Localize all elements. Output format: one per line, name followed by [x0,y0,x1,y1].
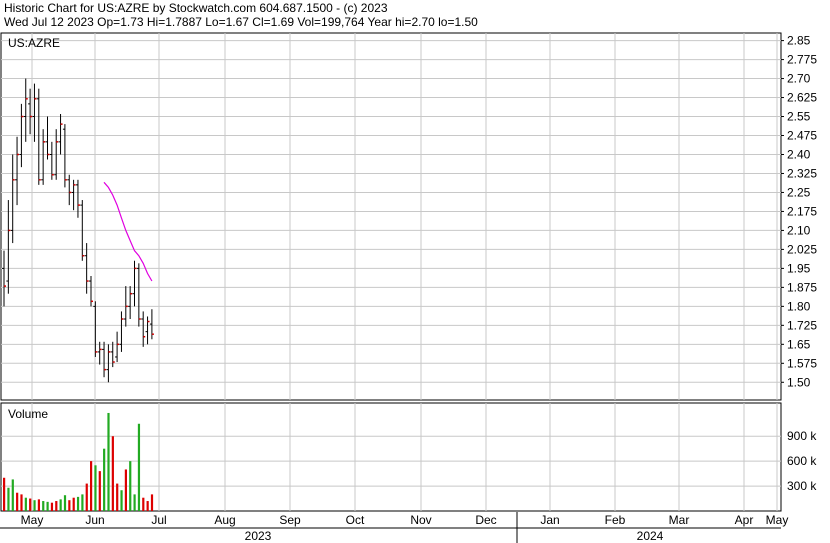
y-tick-label: 2.475 [787,129,817,143]
volume-bar [129,461,132,511]
y-tick-label: 2.40 [787,147,811,161]
y-tick-label: 2.25 [787,185,811,199]
x-month-label: Mar [669,513,690,527]
volume-bar [20,494,23,511]
y-tick-label: 2.55 [787,110,811,124]
y-tick-label: 2.775 [787,53,817,67]
volume-bar [33,500,36,511]
y-tick-label: 1.65 [787,337,811,351]
y-tick-label: 1.725 [787,318,817,332]
x-year-label: 2023 [245,529,272,543]
volume-bar [150,494,154,511]
volume-bar [76,496,80,511]
y-tick-label: 1.575 [787,356,817,370]
y-tick-label: 1.875 [787,280,817,294]
x-month-label: Sep [279,513,301,527]
x-month-label: May [21,513,44,527]
volume-bar [137,423,141,511]
volume-bar [50,502,54,511]
volume-bar [116,483,119,511]
stock-chart: 2.85 2.775 2.70 2.625 2.55 2.475 2.40 2.325 2.25… [0,32,817,543]
volume-bar [85,483,88,511]
volume-bar [11,479,14,511]
y-tick-label: 2.85 [787,34,811,48]
x-month-label: Aug [214,513,235,527]
x-month-label: Feb [605,513,626,527]
volume-bar [120,490,123,511]
x-month-label: Jan [540,513,559,527]
volume-bar [111,436,114,511]
y-tick-label: 2.70 [787,72,811,86]
volume-bar [42,501,45,511]
volume-bar [63,495,67,511]
volume-bar [24,497,27,511]
x-month-label: May [766,513,789,527]
volume-bar [72,497,75,511]
x-month-label: Nov [410,513,431,527]
volume-bar [37,499,40,511]
x-month-label: Jul [151,513,166,527]
y-tick-label: 2.175 [787,204,817,218]
x-year-label: 2024 [637,529,664,543]
volume-bar [81,494,84,511]
y-tick-label: 1.50 [787,375,811,389]
volume-bar [146,501,149,511]
volume-bar [46,501,49,511]
symbol-label: US:AZRE [8,36,60,50]
x-month-label: Dec [475,513,496,527]
volume-tick-label: 300 k [787,479,817,493]
y-tick-label: 2.325 [787,166,817,180]
volume-bar [103,448,106,511]
volume-bar [55,501,58,511]
volume-bar [7,487,10,511]
x-month-label: Jun [85,513,104,527]
volume-bar [133,494,136,511]
volume-tick-label: 900 k [787,429,817,443]
volume-bar [59,499,62,511]
y-tick-label: 1.80 [787,299,811,313]
volume-bar [107,412,110,511]
volume-bar [98,471,101,511]
volume-bar [3,477,6,511]
y-tick-label: 2.10 [787,223,811,237]
y-tick-label: 1.95 [787,261,811,275]
volume-bar [142,497,145,511]
volume-bar [68,500,71,511]
volume-bar [16,492,19,511]
volume-tick-label: 600 k [787,454,817,468]
volume-bar [94,465,97,511]
volume-bar [90,461,93,511]
y-tick-label: 2.025 [787,242,817,256]
x-month-label: Oct [346,513,365,527]
volume-label: Volume [8,407,48,421]
y-tick-label: 2.625 [787,91,817,105]
x-month-label: Apr [735,513,754,527]
volume-bar [124,469,127,511]
volume-bar [29,498,32,511]
